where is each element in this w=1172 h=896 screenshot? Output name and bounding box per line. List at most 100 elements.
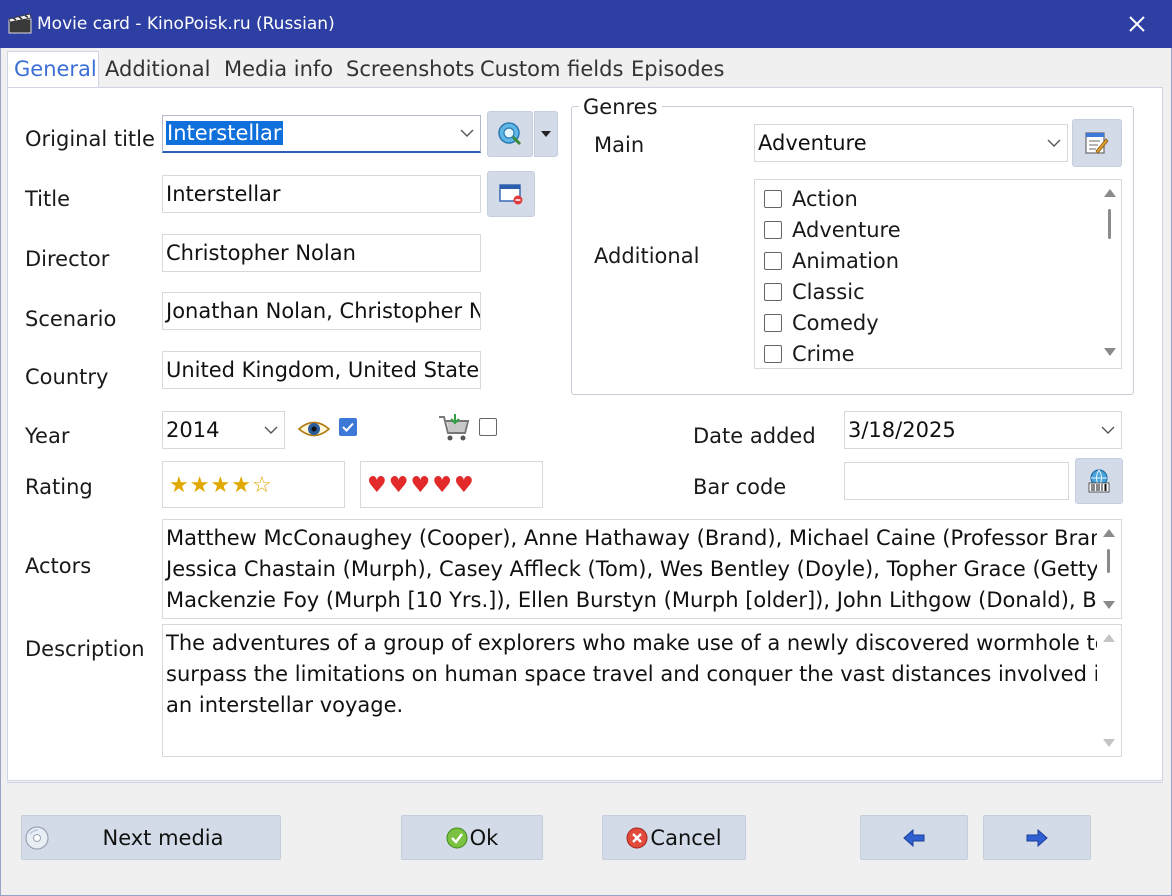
- heart-filled-icon[interactable]: ♥: [432, 473, 452, 498]
- scroll-down-arrow-icon[interactable]: [1102, 598, 1116, 612]
- year-value: 2014: [166, 418, 220, 442]
- genre-label: Crime: [792, 341, 855, 366]
- arrow-right-icon: [1026, 828, 1048, 847]
- genre-checkbox[interactable]: [764, 189, 782, 208]
- barcode-lookup-button[interactable]: [1075, 458, 1123, 504]
- cancel-button[interactable]: Cancel: [602, 815, 746, 860]
- heart-rating[interactable]: ♥♥♥♥♥: [360, 461, 543, 508]
- actors-line: Jessica Chastain (Murph), Casey Affleck …: [166, 557, 1114, 581]
- tab-custom-fields[interactable]: Custom fields: [480, 55, 623, 87]
- genres-scrollbar[interactable]: [1099, 180, 1121, 368]
- chevron-down-icon: [1047, 125, 1061, 161]
- genre-label: Classic: [792, 279, 865, 304]
- disc-icon: [24, 825, 50, 851]
- web-search-button[interactable]: [487, 111, 533, 157]
- main-genre-label: Main: [594, 133, 645, 157]
- title-window-button[interactable]: [487, 171, 535, 217]
- clapperboard-icon: [8, 12, 32, 34]
- star-filled-icon[interactable]: ★: [231, 473, 251, 498]
- tab-episodes[interactable]: Episodes: [631, 55, 724, 87]
- scroll-up-arrow-icon[interactable]: [1102, 631, 1116, 645]
- genre-item[interactable]: Adventure: [755, 214, 1095, 245]
- additional-genres-label: Additional: [594, 244, 700, 268]
- barcode-globe-icon: [1088, 469, 1110, 493]
- description-scrollbar[interactable]: [1097, 625, 1121, 756]
- genre-item[interactable]: Comedy: [755, 307, 1095, 338]
- star-filled-icon[interactable]: ★: [190, 473, 210, 498]
- description-line: The adventures of a group of explorers w…: [166, 631, 1108, 655]
- star-rating[interactable]: ★★★★☆: [162, 461, 345, 508]
- star-filled-icon[interactable]: ★: [169, 473, 189, 498]
- footer-separator: [7, 782, 1163, 783]
- chevron-down-icon: [264, 412, 278, 448]
- actors-label: Actors: [25, 554, 92, 578]
- genre-checkbox[interactable]: [764, 313, 782, 332]
- barcode-input[interactable]: [844, 462, 1069, 500]
- actors-scrollbar[interactable]: [1097, 520, 1121, 618]
- heart-filled-icon[interactable]: ♥: [454, 473, 474, 498]
- tab-media-info[interactable]: Media info: [224, 55, 333, 87]
- window-title: Movie card - KinoPoisk.ru (Russian): [37, 14, 335, 34]
- genre-item[interactable]: Animation: [755, 245, 1095, 276]
- country-input[interactable]: United Kingdom, United States: [162, 351, 481, 389]
- date-added-picker[interactable]: 3/18/2025: [844, 411, 1122, 449]
- star-filled-icon[interactable]: ★: [210, 473, 230, 498]
- genre-item[interactable]: Classic: [755, 276, 1095, 307]
- genre-item[interactable]: Crime: [755, 338, 1095, 368]
- actors-textarea[interactable]: Matthew McConaughey (Cooper), Anne Hatha…: [162, 519, 1122, 619]
- check-circle-icon: [446, 827, 468, 848]
- edit-genres-button[interactable]: [1072, 119, 1122, 167]
- genre-item[interactable]: Action: [755, 183, 1095, 214]
- original-title-label: Original title: [25, 127, 155, 151]
- scroll-down-arrow-icon[interactable]: [1103, 345, 1117, 359]
- scroll-up-arrow-icon[interactable]: [1103, 186, 1117, 200]
- scroll-down-arrow-icon[interactable]: [1102, 736, 1116, 750]
- heart-filled-icon[interactable]: ♥: [389, 473, 409, 498]
- barcode-label: Bar code: [693, 475, 787, 499]
- web-search-dropdown-button[interactable]: [534, 111, 558, 157]
- description-line: surpass the limitations on human space t…: [166, 662, 1113, 686]
- wishlist-checkbox[interactable]: [479, 418, 497, 436]
- main-genre-combobox[interactable]: Adventure: [754, 124, 1068, 162]
- star-empty-icon[interactable]: ☆: [252, 473, 272, 498]
- heart-filled-icon[interactable]: ♥: [367, 473, 387, 498]
- watched-checkbox[interactable]: [339, 418, 357, 436]
- globe-search-icon: [498, 122, 522, 146]
- eye-icon: [297, 416, 331, 442]
- date-added-label: Date added: [693, 424, 816, 448]
- shopping-cart-icon: [437, 413, 471, 443]
- tab-general[interactable]: General: [14, 55, 97, 87]
- ok-button[interactable]: Ok: [401, 815, 543, 860]
- description-textarea[interactable]: The adventures of a group of explorers w…: [162, 624, 1122, 757]
- original-title-combobox[interactable]: Interstellar: [162, 115, 481, 153]
- heart-filled-icon[interactable]: ♥: [410, 473, 430, 498]
- title-input[interactable]: Interstellar: [162, 175, 481, 213]
- next-button[interactable]: [983, 815, 1091, 860]
- scrollbar-thumb[interactable]: [1108, 209, 1111, 239]
- next-media-button[interactable]: Next media: [21, 815, 281, 860]
- genre-label: Comedy: [792, 310, 879, 335]
- additional-genres-list[interactable]: Action Adventure Animation Classic Comedy Cri…: [754, 179, 1122, 369]
- rating-label: Rating: [25, 475, 93, 499]
- scroll-up-arrow-icon[interactable]: [1102, 526, 1116, 540]
- tab-additional[interactable]: Additional: [105, 55, 210, 87]
- close-button[interactable]: [1118, 8, 1156, 40]
- country-label: Country: [25, 365, 109, 389]
- year-label: Year: [25, 424, 70, 448]
- star-rating-stars: ★★★★☆: [169, 473, 273, 498]
- scrollbar-thumb[interactable]: [1107, 549, 1110, 573]
- genre-label: Adventure: [792, 217, 901, 242]
- main-genre-value: Adventure: [758, 131, 867, 155]
- tab-screenshots[interactable]: Screenshots: [346, 55, 474, 87]
- cancel-circle-icon: [626, 827, 648, 848]
- director-input[interactable]: Christopher Nolan: [162, 234, 481, 272]
- genre-checkbox[interactable]: [764, 220, 782, 239]
- director-label: Director: [25, 247, 110, 271]
- genre-checkbox[interactable]: [764, 282, 782, 301]
- previous-button[interactable]: [860, 815, 968, 860]
- scenario-input[interactable]: Jonathan Nolan, Christopher N: [162, 292, 481, 330]
- year-combobox[interactable]: 2014: [162, 411, 285, 449]
- genre-checkbox[interactable]: [764, 251, 782, 270]
- genre-checkbox[interactable]: [764, 344, 782, 363]
- triangle-down-icon: [541, 131, 551, 137]
